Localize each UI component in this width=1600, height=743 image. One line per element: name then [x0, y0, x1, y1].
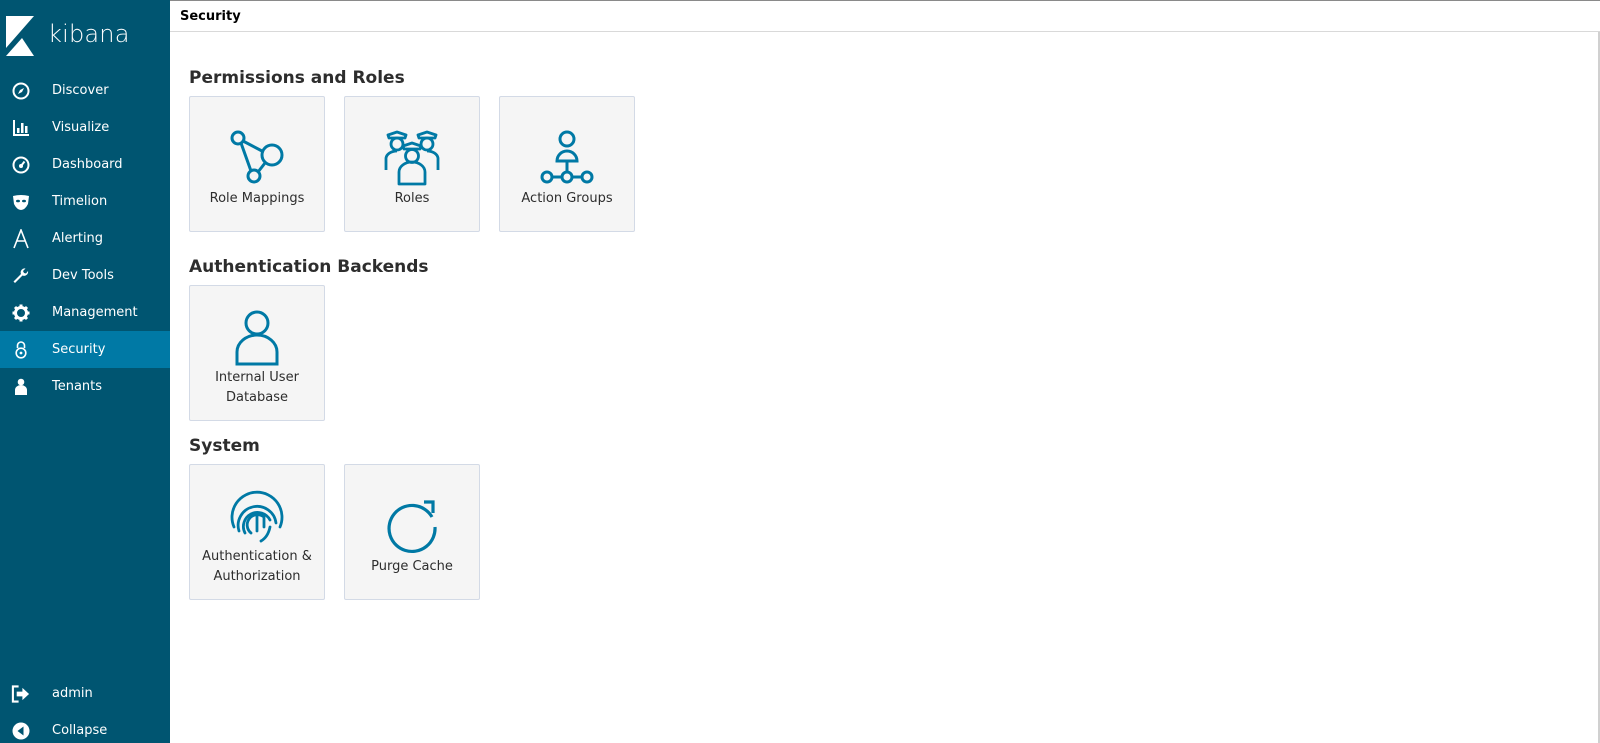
tile-label: Purge Cache — [371, 559, 453, 574]
tile-label-line1: Authentication & — [202, 549, 312, 564]
tile-roles[interactable]: Roles — [344, 96, 480, 232]
sidebar-item-management[interactable]: Management — [0, 294, 170, 331]
collapse-icon — [11, 721, 30, 740]
kibana-logo[interactable]: kibana — [0, 14, 170, 58]
sidebar-item-label: Management — [52, 305, 138, 320]
sidebar-item-label: Dev Tools — [52, 268, 114, 283]
refresh-icon — [345, 499, 479, 555]
tile-purge-cache[interactable]: Purge Cache — [344, 464, 480, 600]
tile-role-mappings[interactable]: Role Mappings — [189, 96, 325, 232]
sidebar-item-label: Visualize — [52, 120, 110, 135]
top-bar: Security — [170, 0, 1600, 32]
alerting-a-icon — [11, 228, 30, 248]
action-groups-icon — [500, 130, 634, 186]
tile-action-groups[interactable]: Action Groups — [499, 96, 635, 232]
sidebar-item-label: Discover — [52, 83, 109, 98]
sidebar-item-tenants[interactable]: Tenants — [0, 368, 170, 405]
user-icon — [190, 310, 324, 366]
section-title-permissions: Permissions and Roles — [189, 68, 405, 88]
sidebar-item-dev-tools[interactable]: Dev Tools — [0, 257, 170, 294]
sidebar-item-label: Tenants — [52, 379, 103, 394]
fingerprint-icon — [190, 487, 324, 545]
sidebar: kibana Discover Visualize Dashboard Time… — [0, 0, 170, 743]
role-mappings-icon — [190, 130, 324, 186]
kibana-logo-icon — [6, 16, 34, 56]
sidebar-item-label: Dashboard — [52, 157, 123, 172]
sidebar-item-discover[interactable]: Discover — [0, 72, 170, 109]
sidebar-bottom-nav: admin Collapse — [0, 675, 170, 743]
sidebar-item-label: Timelion — [52, 194, 108, 209]
tile-internal-user-database[interactable]: Internal User Database — [189, 285, 325, 421]
tile-label-line2: Database — [225, 390, 289, 405]
section-title-system: System — [189, 436, 260, 456]
tile-label: Role Mappings — [209, 191, 305, 206]
sidebar-item-label: admin — [52, 686, 93, 701]
wrench-icon — [11, 266, 30, 285]
gauge-icon — [11, 155, 30, 174]
roles-icon — [345, 130, 479, 186]
sidebar-nav: Discover Visualize Dashboard Timelion Al… — [0, 72, 170, 405]
main-content: Permissions and Roles Role Mappings Role… — [170, 32, 1598, 743]
lock-icon — [11, 340, 30, 359]
sidebar-item-label: Collapse — [52, 723, 108, 738]
tile-label-line1: Internal User — [215, 370, 299, 385]
breadcrumb: Security — [180, 9, 241, 24]
brand-name: kibana — [48, 20, 130, 48]
person-icon — [11, 377, 30, 396]
sidebar-item-collapse[interactable]: Collapse — [0, 712, 170, 743]
sidebar-item-label: Security — [52, 342, 106, 357]
sidebar-item-timelion[interactable]: Timelion — [0, 183, 170, 220]
tile-label: Action Groups — [521, 191, 613, 206]
sidebar-item-label: Alerting — [52, 231, 104, 246]
sidebar-item-dashboard[interactable]: Dashboard — [0, 146, 170, 183]
gear-icon — [11, 303, 30, 322]
sidebar-item-visualize[interactable]: Visualize — [0, 109, 170, 146]
tile-label: Roles — [394, 191, 430, 206]
mask-icon — [11, 192, 30, 211]
sidebar-item-security[interactable]: Security — [0, 331, 170, 368]
logout-icon — [11, 684, 30, 703]
section-title-auth-backends: Authentication Backends — [189, 257, 429, 277]
tile-authentication-authorization[interactable]: Authentication & Authorization — [189, 464, 325, 600]
compass-icon — [11, 81, 30, 100]
bar-chart-icon — [11, 118, 30, 137]
tile-label-line2: Authorization — [213, 569, 301, 584]
sidebar-item-admin[interactable]: admin — [0, 675, 170, 712]
sidebar-item-alerting[interactable]: Alerting — [0, 220, 170, 257]
